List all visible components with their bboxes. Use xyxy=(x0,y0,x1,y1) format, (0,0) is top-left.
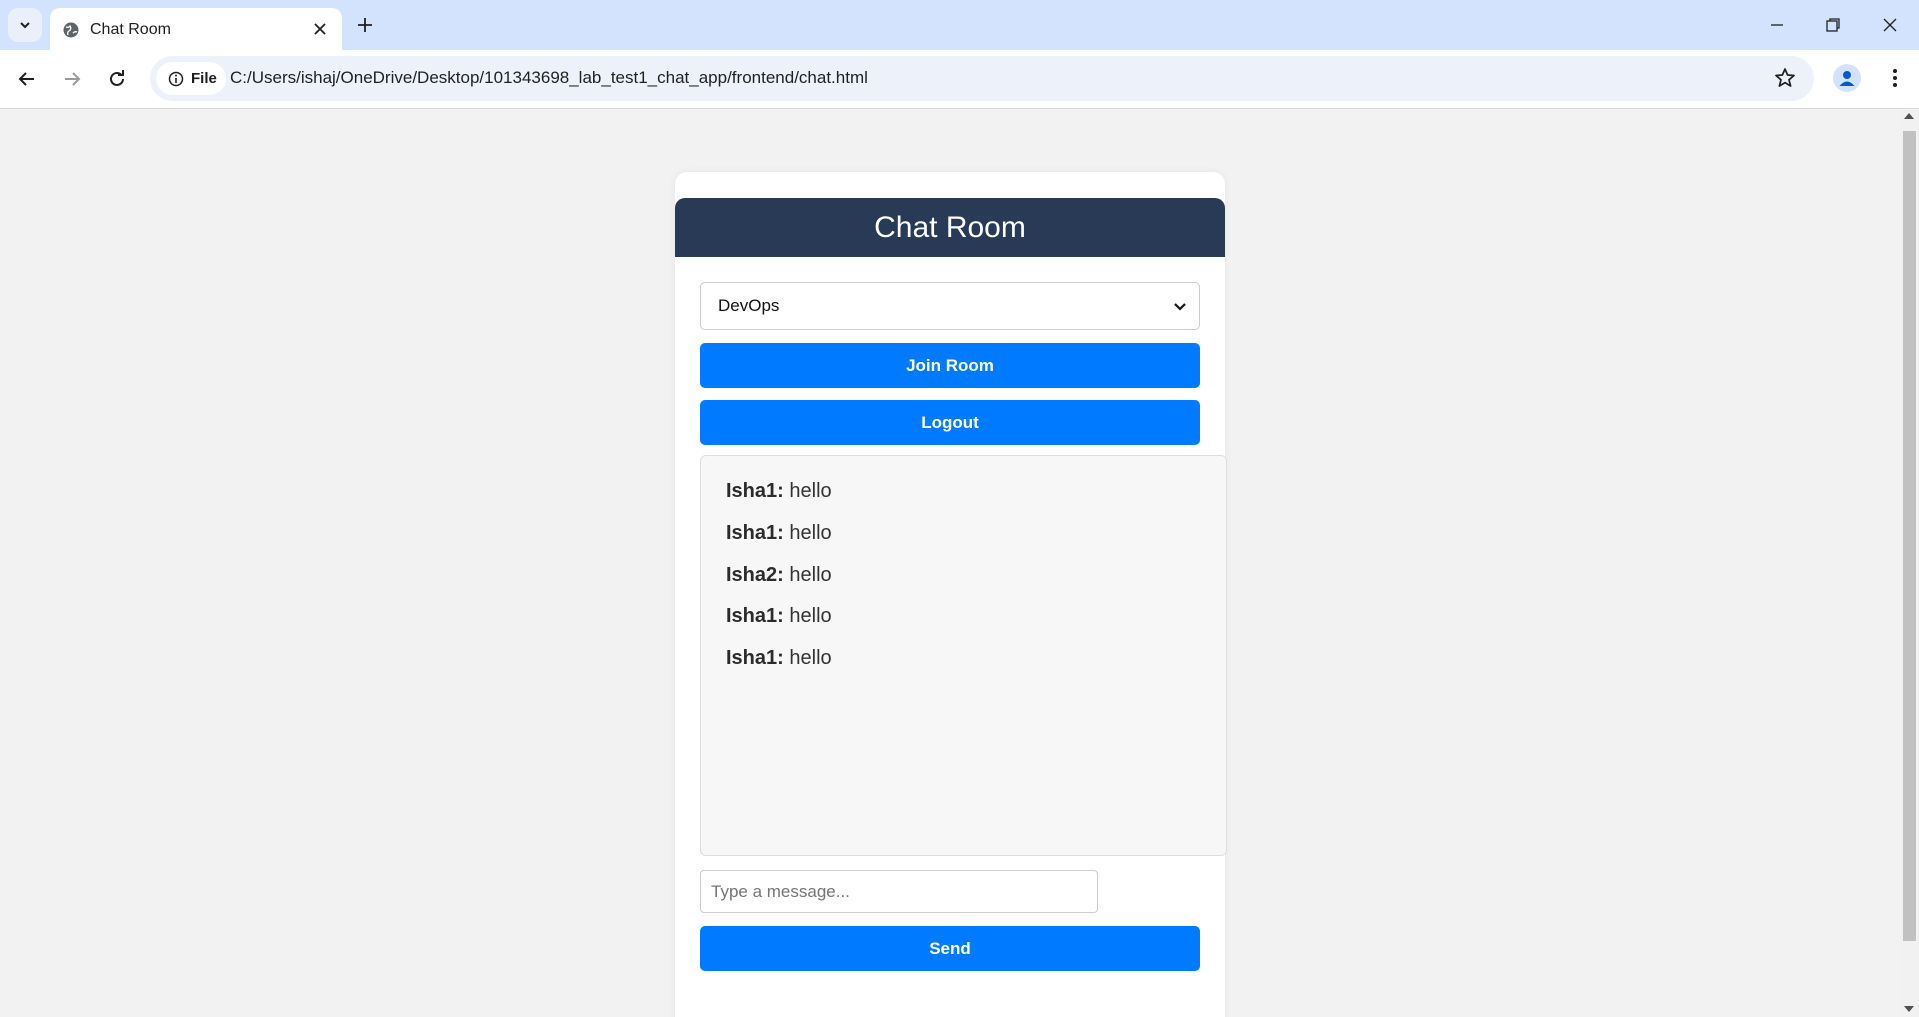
scroll-down-arrow-icon[interactable] xyxy=(1904,1006,1914,1012)
message-item: Isha1: hello xyxy=(726,522,832,545)
kebab-icon[interactable] xyxy=(1884,67,1906,89)
site-info-chip[interactable]: File xyxy=(156,62,226,95)
page-title: Chat Room xyxy=(675,198,1225,257)
message-text: hello xyxy=(789,522,832,544)
info-icon xyxy=(168,71,184,87)
message-user: Isha2: xyxy=(726,564,784,586)
join-room-button[interactable]: Join Room xyxy=(700,343,1200,388)
plus-icon[interactable] xyxy=(355,15,375,35)
send-button[interactable]: Send xyxy=(700,926,1200,971)
profile-button[interactable] xyxy=(1833,64,1861,92)
chat-card: Chat Room DevOps Join Room Logout Isha1:… xyxy=(675,172,1227,1017)
reload-icon[interactable] xyxy=(106,68,128,90)
message-user: Isha1: xyxy=(726,605,784,627)
page-viewport: Chat Room DevOps Join Room Logout Isha1:… xyxy=(0,109,1900,1017)
message-input[interactable] xyxy=(700,870,1098,913)
scroll-up-arrow-icon[interactable] xyxy=(1904,113,1914,119)
message-item: Isha2: hello xyxy=(726,564,832,587)
message-item: Isha1: hello xyxy=(726,480,832,503)
close-window-icon[interactable] xyxy=(1880,15,1900,35)
message-user: Isha1: xyxy=(726,647,784,669)
chevron-down-icon xyxy=(20,22,30,29)
page-scrollbar[interactable] xyxy=(1900,109,1919,1017)
chevron-down-icon xyxy=(1174,303,1186,311)
minimize-icon[interactable] xyxy=(1767,15,1787,35)
message-user: Isha1: xyxy=(726,522,784,544)
arrow-right-icon[interactable] xyxy=(61,68,83,90)
close-icon[interactable] xyxy=(312,21,328,37)
person-icon xyxy=(1839,71,1855,86)
room-select[interactable]: DevOps xyxy=(700,282,1200,330)
site-chip-label: File xyxy=(191,70,217,87)
arrow-left-icon[interactable] xyxy=(16,68,38,90)
message-text: hello xyxy=(789,605,832,627)
message-text: hello xyxy=(789,647,832,669)
message-text: hello xyxy=(789,480,832,502)
scroll-thumb[interactable] xyxy=(1903,131,1916,941)
address-bar[interactable]: File C:/Users/ishaj/OneDrive/Desktop/101… xyxy=(150,56,1814,101)
message-item: Isha1: hello xyxy=(726,605,832,628)
restore-icon[interactable] xyxy=(1823,15,1843,35)
messages-panel[interactable]: Isha1: hello Isha1: hello Isha2: hello I… xyxy=(700,455,1227,856)
star-icon[interactable] xyxy=(1774,67,1796,89)
logout-button[interactable]: Logout xyxy=(700,400,1200,445)
tab-strip: Chat Room xyxy=(0,0,1919,50)
tab-search-button[interactable] xyxy=(8,8,42,42)
browser-toolbar: File C:/Users/ishaj/OneDrive/Desktop/101… xyxy=(0,50,1919,109)
url-text[interactable]: C:/Users/ishaj/OneDrive/Desktop/10134369… xyxy=(230,68,868,88)
message-item: Isha1: hello xyxy=(726,647,832,670)
message-text: hello xyxy=(789,564,832,586)
message-user: Isha1: xyxy=(726,480,784,502)
room-select-value: DevOps xyxy=(718,296,780,315)
globe-icon xyxy=(63,22,79,38)
tab-title: Chat Room xyxy=(90,21,171,38)
tab-chat-room[interactable]: Chat Room xyxy=(50,8,342,50)
